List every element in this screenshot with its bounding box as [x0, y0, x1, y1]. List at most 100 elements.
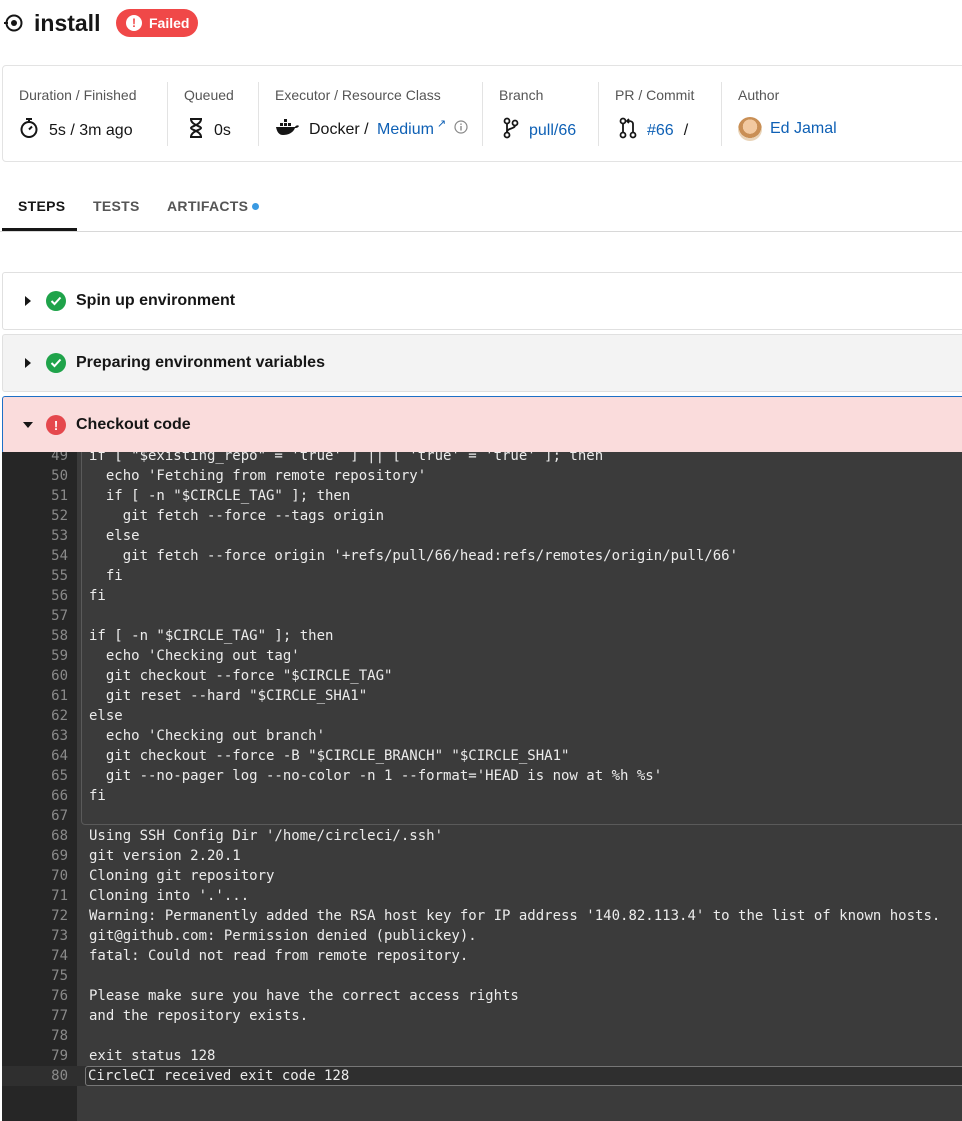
step-spin-up-environment[interactable]: Spin up environment: [2, 272, 962, 330]
log-line: 54 git fetch --force origin '+refs/pull/…: [2, 546, 962, 566]
divider: [258, 82, 259, 146]
line-number: 49: [51, 452, 68, 464]
line-number: 53: [51, 528, 68, 544]
log-line: 74 fatal: Could not read from remote repo…: [2, 946, 962, 966]
log-line: 65 git --no-pager log --no-color -n 1 --…: [2, 766, 962, 786]
line-number: 61: [51, 688, 68, 704]
pr-commit-label: PR / Commit: [615, 87, 695, 103]
tab-steps[interactable]: STEPS: [18, 198, 65, 214]
line-text: else: [89, 528, 140, 544]
resource-class-link[interactable]: Medium: [377, 121, 434, 139]
line-number: 64: [51, 748, 68, 764]
line-text: echo 'Fetching from remote repository': [89, 468, 427, 484]
success-check-icon: [46, 353, 66, 373]
log-line: 75: [2, 966, 962, 986]
expand-caret-icon[interactable]: [25, 296, 31, 306]
line-number: 79: [51, 1048, 68, 1064]
log-line: 59 echo 'Checking out tag': [2, 646, 962, 666]
branch-link[interactable]: pull/66: [529, 122, 576, 140]
tab-bar: STEPS TESTS ARTIFACTS: [0, 180, 962, 232]
stopwatch-icon: [19, 117, 49, 144]
queued-value: 0s: [214, 121, 231, 139]
line-text: if [ -n "$CIRCLE_TAG" ]; then: [89, 488, 351, 504]
tab-tests[interactable]: TESTS: [93, 198, 140, 214]
tab-artifacts[interactable]: ARTIFACTS: [167, 198, 260, 214]
pr-link[interactable]: #66: [647, 122, 674, 140]
log-line: 67: [2, 806, 962, 826]
pull-request-icon: [619, 117, 647, 144]
line-text: fatal: Could not read from remote reposi…: [89, 948, 469, 964]
line-number: 73: [51, 928, 68, 944]
line-number: 70: [51, 868, 68, 884]
line-text: Cloning into '.'...: [89, 888, 250, 904]
line-number: 78: [51, 1028, 68, 1044]
line-text: if [ -n "$CIRCLE_TAG" ]; then: [89, 628, 334, 644]
step-output-terminal[interactable]: 49 if [ "$existing_repo" = 'true' ] || [ …: [2, 452, 962, 1121]
line-number: 63: [51, 728, 68, 744]
log-line: 60 git checkout --force "$CIRCLE_TAG": [2, 666, 962, 686]
log-line: 50 echo 'Fetching from remote repository…: [2, 466, 962, 486]
external-link-icon[interactable]: ↗: [437, 117, 446, 130]
avatar[interactable]: [738, 117, 762, 141]
new-artifacts-dot: [252, 202, 260, 210]
job-header: install ! Failed: [0, 0, 962, 46]
log-line: 80 CircleCI received exit code 128: [2, 1066, 962, 1086]
line-text: git --no-pager log --no-color -n 1 --for…: [89, 768, 663, 784]
status-label: Failed: [149, 15, 190, 31]
log-line: 57: [2, 606, 962, 626]
line-number: 50: [51, 468, 68, 484]
queued-label: Queued: [184, 87, 234, 103]
log-line: 56 fi: [2, 586, 962, 606]
line-number: 65: [51, 768, 68, 784]
success-check-icon: [46, 291, 66, 311]
log-line: 76 Please make sure you have the correct …: [2, 986, 962, 1006]
step-checkout-code[interactable]: ! Checkout code: [2, 396, 962, 454]
step-name: Preparing environment variables: [76, 354, 325, 371]
log-line: 71 Cloning into '.'...: [2, 886, 962, 906]
log-line: 79 exit status 128: [2, 1046, 962, 1066]
line-number: 55: [51, 568, 68, 584]
line-number: 68: [51, 828, 68, 844]
pr-commit-separator: /: [683, 121, 689, 139]
line-number: 80: [51, 1068, 68, 1084]
line-text: git reset --hard "$CIRCLE_SHA1": [89, 688, 368, 704]
line-number: 72: [51, 908, 68, 924]
line-text: git version 2.20.1: [89, 848, 241, 864]
line-number: 51: [51, 488, 68, 504]
branch-icon: [503, 117, 529, 144]
executor-value: Docker /: [309, 120, 374, 138]
log-line: 70 Cloning git repository: [2, 866, 962, 886]
log-line: 73 git@github.com: Permission denied (pub…: [2, 926, 962, 946]
log-line: 64 git checkout --force -B "$CIRCLE_BRAN…: [2, 746, 962, 766]
log-line: 63 echo 'Checking out branch': [2, 726, 962, 746]
collapse-caret-icon[interactable]: [23, 422, 33, 428]
log-line: 58 if [ -n "$CIRCLE_TAG" ]; then: [2, 626, 962, 646]
line-number: 69: [51, 848, 68, 864]
line-text: fi: [89, 568, 123, 584]
hourglass-icon: [188, 117, 214, 144]
author-link[interactable]: Ed Jamal: [770, 120, 837, 138]
line-text: fi: [89, 588, 106, 604]
duration-label: Duration / Finished: [19, 87, 137, 103]
line-number: 59: [51, 648, 68, 664]
line-number: 71: [51, 888, 68, 904]
expand-caret-icon[interactable]: [25, 358, 31, 368]
line-text: Using SSH Config Dir '/home/circleci/.ss…: [89, 828, 444, 844]
alert-icon: !: [126, 15, 142, 31]
line-text: and the repository exists.: [89, 1008, 309, 1024]
tab-artifacts-label: ARTIFACTS: [167, 198, 249, 214]
line-number: 62: [51, 708, 68, 724]
job-info-panel: Duration / Finished 5s / 3m ago Queued 0…: [2, 65, 962, 162]
info-icon[interactable]: [454, 120, 478, 139]
log-line: 51 if [ -n "$CIRCLE_TAG" ]; then: [2, 486, 962, 506]
step-preparing-env-vars[interactable]: Preparing environment variables: [2, 334, 962, 392]
line-text: CircleCI received exit code 128: [85, 1066, 962, 1086]
line-text: Warning: Permanently added the RSA host …: [89, 908, 941, 924]
line-number: 57: [51, 608, 68, 624]
log-line: 62 else: [2, 706, 962, 726]
log-line: 49 if [ "$existing_repo" = 'true' ] || [ …: [2, 452, 962, 466]
step-name: Spin up environment: [76, 292, 236, 309]
line-text: echo 'Checking out branch': [89, 728, 326, 744]
branch-label: Branch: [499, 87, 544, 103]
line-text: git fetch --force origin '+refs/pull/66/…: [89, 548, 739, 564]
